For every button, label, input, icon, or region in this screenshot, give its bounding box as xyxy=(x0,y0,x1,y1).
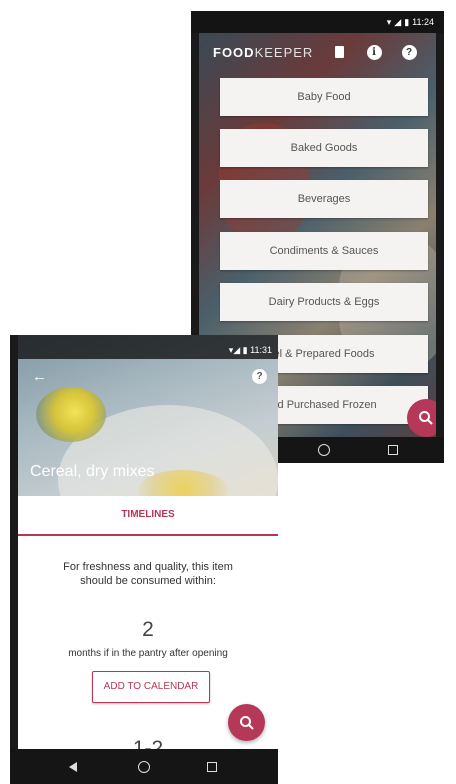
cereal-shape xyxy=(36,387,106,442)
category-baby-food[interactable]: Baby Food xyxy=(220,78,428,116)
back-arrow-icon[interactable]: ← xyxy=(32,369,47,384)
tab-bar: TIMELINES xyxy=(18,496,278,536)
help-icon[interactable]: ? xyxy=(401,44,417,60)
info-icon[interactable]: i xyxy=(366,44,382,60)
home-icon[interactable] xyxy=(318,444,330,456)
category-baked-goods[interactable]: Baked Goods xyxy=(220,129,428,167)
help-icon[interactable]: ? xyxy=(252,369,267,384)
status-bar: ▾◢ ▮ 11:31 xyxy=(18,341,278,359)
status-bar: ▾ ◢ ▮ 11:24 xyxy=(191,11,444,33)
wifi-icon: ▾ xyxy=(386,17,392,27)
duration-value: 2 xyxy=(142,618,154,641)
battery-icon: ▮ xyxy=(404,17,410,27)
search-icon xyxy=(239,715,254,730)
recents-icon[interactable] xyxy=(207,762,217,772)
android-nav-bar xyxy=(10,749,278,784)
tab-timelines[interactable]: TIMELINES xyxy=(18,496,278,534)
signal-icon: ◢ xyxy=(394,17,402,27)
duration-detail: months if in the pantry after opening xyxy=(68,648,228,659)
search-icon xyxy=(419,411,433,425)
search-button[interactable] xyxy=(228,704,265,741)
signal-icon: ◢ xyxy=(233,345,241,355)
app-bar: FOODKEEPER i ? xyxy=(199,33,436,71)
app-logo: FOODKEEPER xyxy=(213,44,314,60)
category-beverages[interactable]: Beverages xyxy=(220,180,428,218)
book-icon[interactable] xyxy=(331,44,347,60)
recents-icon[interactable] xyxy=(388,445,398,455)
item-title: Cereal, dry mixes xyxy=(30,463,155,480)
phone-item-detail: ▾◢ ▮ 11:31 ← ? Cereal, dry mixes TIMELIN… xyxy=(10,335,278,784)
search-button[interactable] xyxy=(407,399,436,437)
tab-indicator xyxy=(18,534,278,536)
status-time: 11:31 xyxy=(250,345,272,355)
status-time: 11:24 xyxy=(412,17,434,27)
home-icon[interactable] xyxy=(138,761,150,773)
back-icon[interactable] xyxy=(69,762,77,772)
add-to-calendar-button[interactable]: ADD TO CALENDAR xyxy=(92,671,210,703)
item-detail-screen: ▾◢ ▮ 11:31 ← ? Cereal, dry mixes TIMELIN… xyxy=(18,335,278,749)
freshness-intro: For freshness and quality, this item sho… xyxy=(63,561,233,587)
battery-icon: ▮ xyxy=(242,345,248,355)
category-condiments-sauces[interactable]: Condiments & Sauces xyxy=(220,232,428,270)
category-dairy-products-eggs[interactable]: Dairy Products & Eggs xyxy=(220,283,428,321)
